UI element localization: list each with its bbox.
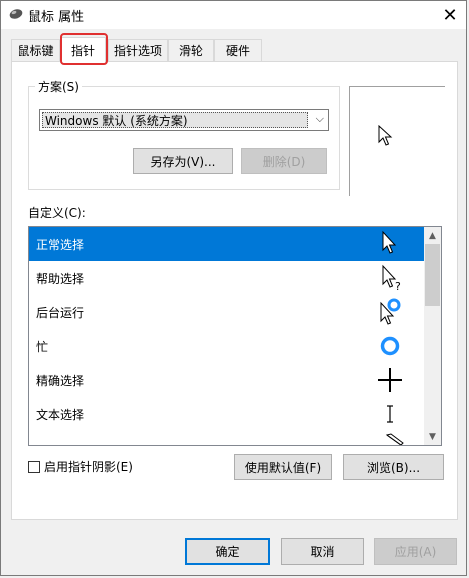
apply-button[interactable]: 应用(A) [374,538,457,565]
working-background-cursor-icon [380,298,401,325]
list-item[interactable]: 帮助选择 ? [29,261,425,295]
pen-cursor-icon [385,433,404,445]
mouse-properties-dialog: 鼠标 属性 ✕ 鼠标键 指针 指针选项 滑轮 硬件 方案(S) Windows … [0,0,467,576]
custom-label: 自定义(C): [28,206,86,220]
delete-button[interactable]: 删除(D) [241,148,327,174]
crosshair-cursor-icon [378,368,402,392]
title-bar: 鼠标 属性 ✕ [1,1,466,29]
tab-wheel[interactable]: 滑轮 [168,39,214,61]
preview-arrow-cursor-icon [378,125,393,146]
list-item[interactable]: 文本选择 [29,397,425,431]
save-as-button[interactable]: 另存为(V)... [133,148,233,174]
use-default-button[interactable]: 使用默认值(F) [234,454,332,480]
scroll-up-icon[interactable]: ▲ [424,227,441,244]
browse-button[interactable]: 浏览(B)... [343,454,444,480]
list-item[interactable]: 正常选择 [29,227,425,261]
window-title: 鼠标 属性 [28,10,85,25]
ok-button[interactable]: 确定 [185,538,270,565]
tab-pointer-options[interactable]: 指针选项 [108,39,168,61]
tab-highlight-box [60,33,108,65]
chevron-down-icon: ⌵ [315,112,324,125]
mouse-icon [9,9,23,19]
scheme-group: 方案(S) Windows 默认 (系统方案) ⌵ 另存为(V)... 删除(D… [28,78,340,190]
scheme-label: 方案(S) [35,78,82,95]
close-icon: ✕ [442,4,458,26]
list-item[interactable]: 忙 [29,329,425,363]
list-item[interactable]: 精确选择 [29,363,425,397]
text-beam-cursor-icon [387,405,393,423]
list-item[interactable]: 后台运行 [29,295,425,329]
help-cursor-icon: ? [382,264,401,293]
scroll-thumb[interactable] [425,244,440,306]
close-button[interactable]: ✕ [434,1,466,29]
scroll-down-icon[interactable]: ▼ [424,428,441,445]
tab-hardware[interactable]: 硬件 [214,39,262,61]
scheme-selected-value: Windows 默认 (系统方案) [42,112,308,128]
list-scrollbar[interactable]: ▲ ▼ [424,227,441,445]
cancel-button[interactable]: 取消 [281,538,364,565]
scheme-select[interactable]: Windows 默认 (系统方案) ⌵ [39,109,329,131]
pointer-shadow-label: 启用指针阴影(E) [44,460,133,474]
arrow-cursor-icon [382,230,397,254]
pointer-shadow-checkbox[interactable] [28,460,40,473]
pointer-shadow-option[interactable]: 启用指针阴影(E) [28,458,133,475]
cursor-list[interactable]: 正常选择 帮助选择 ? 后台运行 忙 精确选择 文本选择 ▲ ▼ [28,226,442,446]
tab-mouse-buttons[interactable]: 鼠标键 [11,39,60,61]
cursor-preview [349,86,445,196]
busy-cursor-icon [380,336,400,356]
pointers-panel: 方案(S) Windows 默认 (系统方案) ⌵ 另存为(V)... 删除(D… [11,61,458,520]
svg-text:?: ? [395,280,401,293]
